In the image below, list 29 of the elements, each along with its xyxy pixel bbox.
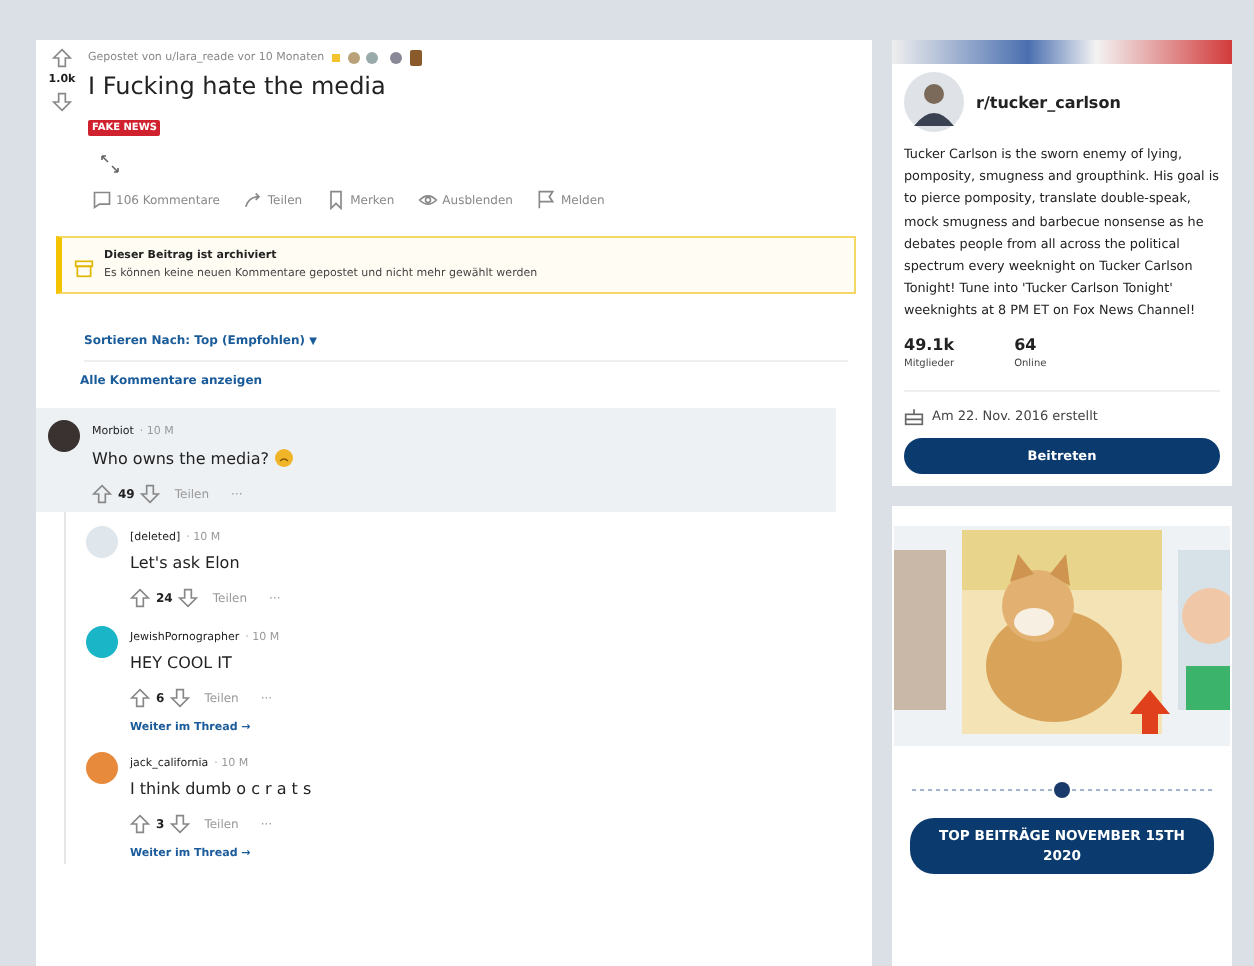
community-name[interactable]: r/tucker_carlson	[976, 93, 1121, 111]
upvote-icon[interactable]	[130, 814, 150, 834]
comment-text: Who owns the media?	[92, 449, 269, 467]
comment-text: Let's ask Elon	[130, 554, 240, 572]
stat-value: 64	[1014, 335, 1039, 354]
downvote-icon[interactable]	[170, 814, 191, 834]
post-title: I Fucking hate the media	[88, 72, 388, 100]
eye-icon	[418, 190, 439, 210]
expand-icon[interactable]	[100, 154, 120, 174]
upvote-icon[interactable]	[92, 484, 112, 504]
share-icon	[243, 190, 264, 210]
downvote-icon[interactable]	[52, 92, 72, 112]
downvote-icon[interactable]	[170, 688, 191, 708]
emoji-icon	[274, 448, 295, 468]
upvote-icon[interactable]	[130, 688, 150, 708]
comment-text: HEY COOL IT	[130, 654, 232, 672]
downvote-icon[interactable]	[178, 588, 199, 608]
community-avatar	[904, 72, 964, 132]
stat-value: 49.1k	[904, 335, 955, 354]
bookmark-icon	[326, 190, 347, 210]
comment-text: I think dumb o c r a t s	[130, 780, 312, 798]
comment-icon	[92, 190, 112, 210]
cake-icon	[904, 405, 924, 426]
awards-drawing	[332, 50, 425, 66]
upvote-icon[interactable]	[130, 588, 150, 608]
downvote-icon[interactable]	[140, 484, 161, 504]
upvote-icon[interactable]	[52, 48, 72, 68]
archive-icon	[74, 258, 94, 278]
flag-icon	[536, 190, 557, 210]
